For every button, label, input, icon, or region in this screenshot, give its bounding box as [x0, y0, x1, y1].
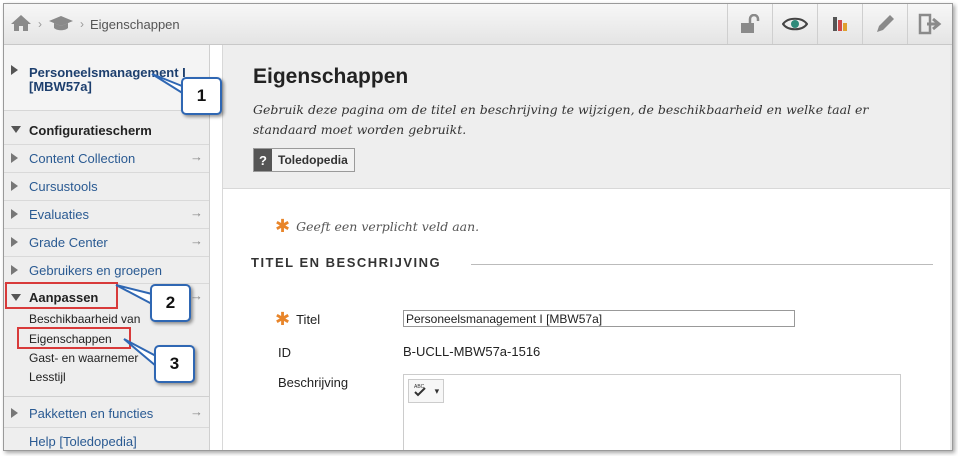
- callout-3: 3: [154, 345, 195, 383]
- callout-2: 2: [150, 284, 191, 322]
- browser-frame: › › Eigenschappen Personeelsmanagement I…: [3, 3, 953, 451]
- callout-pointers: [115, 73, 186, 369]
- callout-1: 1: [181, 77, 222, 115]
